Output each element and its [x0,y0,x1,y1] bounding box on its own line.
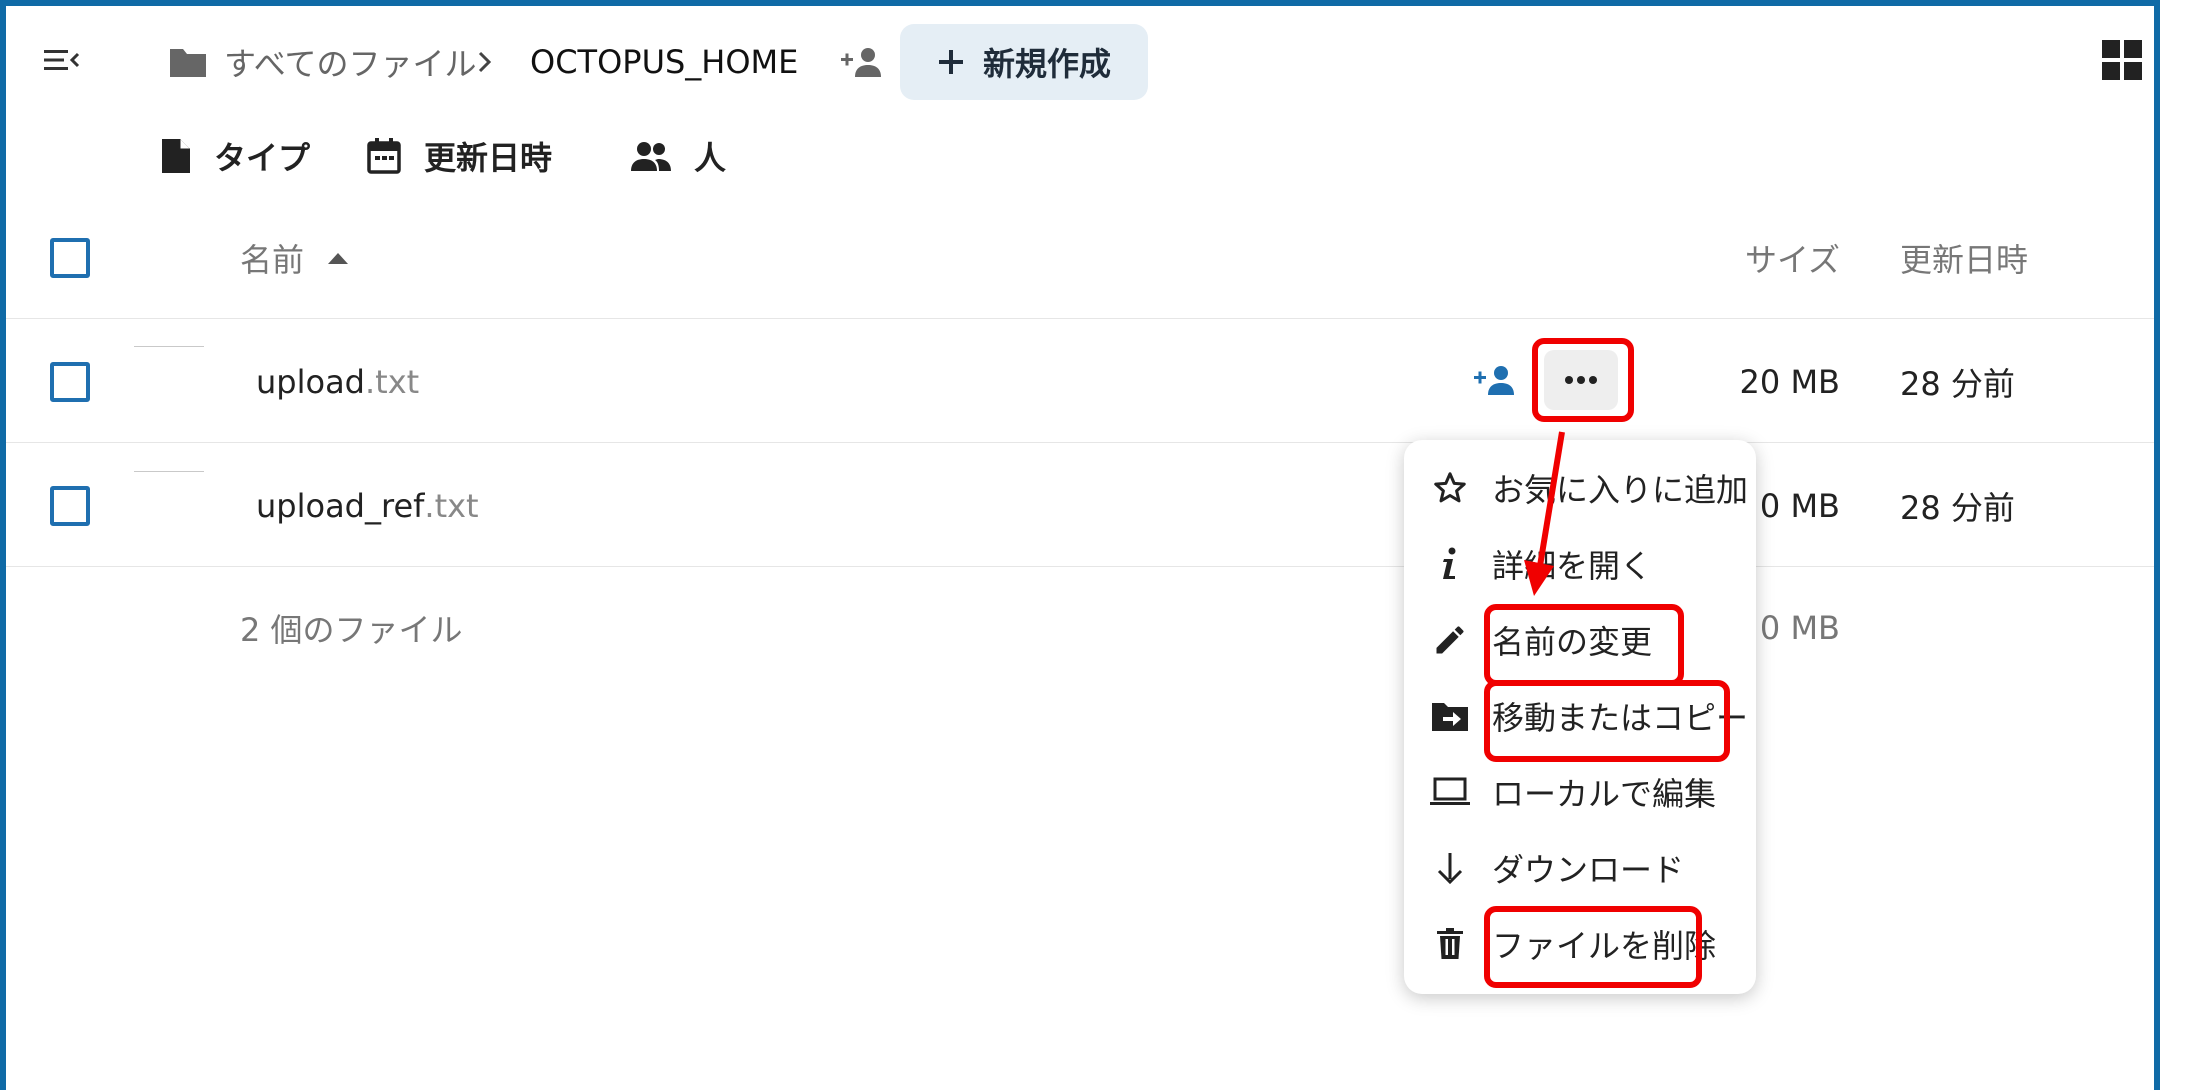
file-count-summary: 2 個のファイル [240,611,463,649]
new-button[interactable]: 新規作成 [900,24,1148,100]
file-basename: upload [256,363,365,401]
trash-icon [1430,926,1470,962]
share-file-button[interactable] [1470,360,1520,400]
menu-item-edit-locally[interactable]: ローカルで編集 [1404,756,1756,828]
file-icon [162,139,190,173]
grid-view-icon [2102,40,2142,80]
laptop-icon [1430,774,1470,810]
chevron-right-icon [478,51,492,73]
column-header-modified[interactable]: 更新日時 [1900,234,2028,282]
menu-item-download[interactable]: ダウンロード [1404,832,1756,904]
plus-icon [938,50,963,74]
annotation-highlight-delete [1484,906,1702,988]
divider [6,318,2154,319]
column-header-name[interactable]: 名前 [240,234,350,282]
column-size-label: サイズ [1744,241,1840,279]
files-app [6,6,2154,1090]
star-outline-icon [1430,470,1470,506]
select-all-checkbox[interactable] [50,238,90,278]
column-header-size[interactable]: サイズ [1740,234,1840,282]
folder-move-icon [1430,698,1470,734]
annotation-highlight-rename [1484,604,1684,686]
download-arrow-icon [1430,850,1470,886]
file-thumbnail [134,471,204,479]
column-modified-label: 更新日時 [1900,241,2029,279]
grid-view-toggle[interactable] [2100,38,2144,82]
folder-icon [170,49,206,77]
share-folder-button[interactable] [838,42,886,82]
pencil-icon [1430,622,1470,658]
file-size: 20 MB [1739,363,1840,401]
breadcrumb-root-label: すべてのファイル [224,45,477,83]
breadcrumb-current-label: OCTOPUS_HOME [530,43,799,81]
column-name-label: 名前 [240,241,305,279]
file-basename: upload_ref [256,487,425,525]
annotation-highlight-actions [1532,338,1634,422]
breadcrumb-separator [472,42,496,82]
filter-modified-label: 更新日時 [424,139,553,177]
filter-people-label: 人 [694,139,727,177]
menu-item-label: ローカルで編集 [1492,775,1717,813]
toggle-navigation-button[interactable] [40,42,84,78]
menu-item-label: お気に入りに追加 [1492,471,1749,509]
annotation-highlight-move-copy [1484,680,1730,762]
account-plus-icon [1474,366,1514,395]
people-icon [631,142,671,171]
file-modified: 28 分前 [1900,489,2015,527]
filter-people[interactable]: 人 [630,132,726,180]
file-name[interactable]: upload .txt [256,356,419,408]
calendar-icon [367,138,401,174]
file-modified: 28 分前 [1900,365,2015,403]
menu-item-details[interactable]: 詳細を開く [1404,528,1756,600]
filter-type[interactable]: タイプ [160,132,310,180]
sort-up-icon [328,253,349,264]
new-button-label: 新規作成 [982,45,1111,83]
file-name[interactable]: upload_ref .txt [256,480,479,532]
row-select-checkbox[interactable] [50,362,90,402]
menu-collapse-icon [44,50,80,70]
file-extension: .txt [424,487,479,525]
information-icon [1430,546,1470,582]
account-plus-icon [841,48,881,77]
filter-modified[interactable]: 更新日時 [366,132,552,180]
divider [6,442,2154,443]
breadcrumb-current-folder[interactable]: OCTOPUS_HOME [530,40,798,84]
menu-item-add-favorite[interactable]: お気に入りに追加 [1404,452,1756,524]
breadcrumb-all-files[interactable]: すべてのファイル [168,40,476,84]
menu-item-label: ダウンロード [1492,851,1685,889]
file-thumbnail [134,346,204,354]
menu-item-label: 詳細を開く [1492,547,1653,585]
window-frame-right [2154,0,2200,1090]
filter-type-label: タイプ [214,139,311,177]
row-select-checkbox[interactable] [50,486,90,526]
divider [6,566,2154,567]
file-extension: .txt [364,363,420,401]
